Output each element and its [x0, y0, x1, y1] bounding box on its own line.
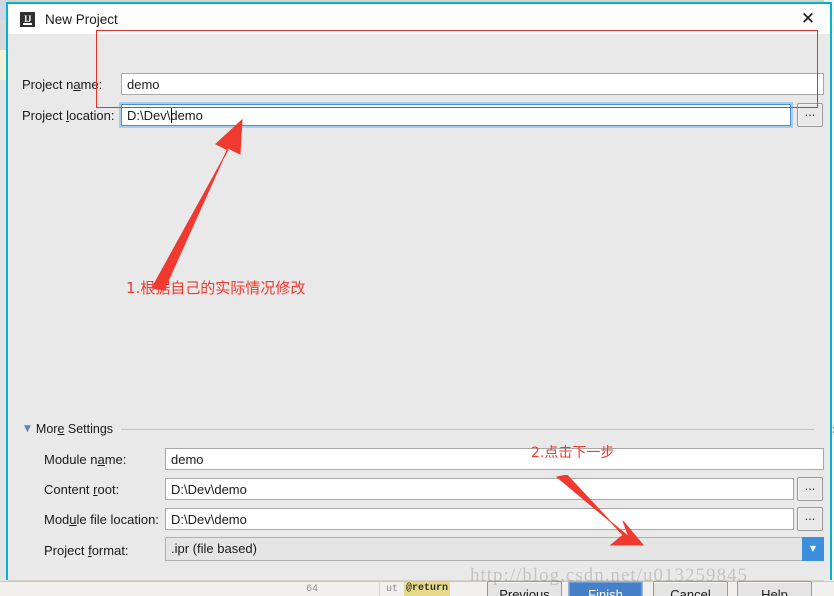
dialog-title: New Project — [45, 11, 118, 27]
cancel-button[interactable]: Cancel — [653, 581, 728, 596]
separator-line — [121, 428, 814, 430]
previous-button[interactable]: Previous — [487, 581, 562, 596]
content-root-browse-button[interactable]: ... — [797, 477, 823, 501]
annotation-step2-text: 2.点击下一步 — [531, 445, 615, 461]
more-settings-label: More Settings — [35, 422, 114, 436]
module-file-location-browse-button[interactable]: ... — [797, 507, 823, 531]
project-location-input[interactable] — [121, 104, 791, 126]
module-name-input[interactable] — [165, 448, 824, 470]
project-format-label: Project format: — [44, 543, 129, 558]
dialog-body: Project name: Project location: ... ▼ Mo… — [8, 34, 830, 596]
dialog-titlebar: IJ New Project ✕ — [8, 4, 830, 34]
intellij-idea-icon: IJ — [20, 11, 35, 27]
code-tag: @return — [404, 582, 451, 596]
project-name-input[interactable] — [121, 73, 824, 95]
more-settings-toggle[interactable]: ▼ More Settings — [24, 422, 814, 436]
chevron-down-icon: ▼ — [24, 424, 31, 434]
project-format-value: .ipr (file based) — [171, 541, 257, 556]
content-root-label: Content root: — [44, 482, 120, 497]
status-cell-encoding: 64 — [300, 583, 380, 596]
close-icon[interactable]: ✕ — [786, 4, 830, 34]
finish-button[interactable]: Finish — [568, 581, 643, 596]
project-format-select[interactable]: .ipr (file based) ▼ — [165, 537, 824, 561]
module-name-label: Module name: — [44, 452, 127, 467]
text-caret — [171, 107, 172, 123]
project-location-label: Project location: — [22, 108, 115, 123]
chevron-down-icon[interactable]: ▼ — [802, 537, 824, 561]
annotation-step1-text: 1.根据自己的实际情况修改 — [126, 279, 306, 297]
project-location-browse-button[interactable]: ... — [797, 103, 823, 127]
module-file-location-input[interactable] — [165, 508, 794, 530]
screen: t: 64 ut @return IJ New Project ✕ Projec… — [0, 0, 834, 596]
project-name-label: Project name: — [22, 77, 103, 92]
module-file-location-label: Module file location: — [44, 512, 159, 527]
content-root-input[interactable] — [165, 478, 794, 500]
help-button[interactable]: Help — [737, 581, 812, 596]
